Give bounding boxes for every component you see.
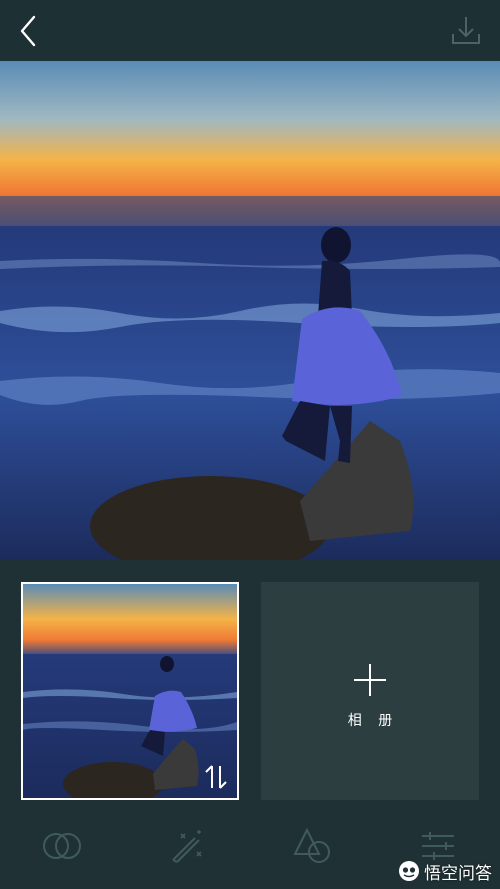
download-icon — [452, 17, 480, 44]
top-bar — [0, 0, 500, 61]
main-photo-preview — [0, 61, 500, 560]
download-button[interactable] — [450, 14, 482, 48]
bottom-toolbar: 悟空问答 — [0, 812, 500, 889]
shapes-icon — [293, 827, 330, 863]
shapes-tool-button[interactable] — [291, 826, 335, 866]
blend-tool-button[interactable] — [40, 826, 84, 866]
album-button[interactable]: 相 册 — [261, 582, 479, 800]
swap-vertical-icon[interactable] — [199, 760, 233, 794]
wukong-logo-icon — [399, 861, 419, 881]
watermark: 悟空问答 — [398, 859, 492, 884]
overlap-circles-icon — [43, 833, 81, 859]
auto-enhance-button[interactable] — [165, 826, 209, 866]
watermark-text: 悟空问答 — [424, 863, 492, 884]
album-label: 相 册 — [347, 713, 399, 729]
sunset-beach-photo — [0, 61, 500, 560]
chevron-left-icon — [20, 15, 36, 47]
photo-thumbnail[interactable] — [21, 582, 239, 800]
magic-wand-icon — [172, 830, 202, 863]
back-button[interactable] — [14, 14, 44, 48]
plus-icon — [354, 664, 386, 696]
